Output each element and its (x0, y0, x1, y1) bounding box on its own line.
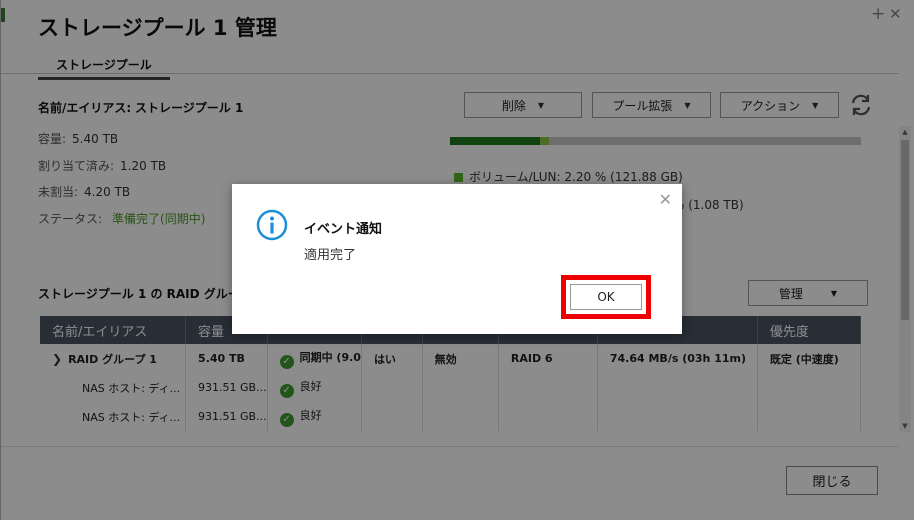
ok-highlight-frame: OK (561, 275, 651, 319)
dialog-close-icon[interactable]: ✕ (659, 190, 672, 209)
dialog-title: イベント通知 (304, 222, 383, 237)
ok-button[interactable]: OK (570, 284, 642, 310)
event-notification-dialog: ✕ イベント通知 適用完了 OK (232, 184, 682, 334)
info-icon (256, 209, 288, 241)
dialog-message: 適用完了 (304, 248, 357, 263)
